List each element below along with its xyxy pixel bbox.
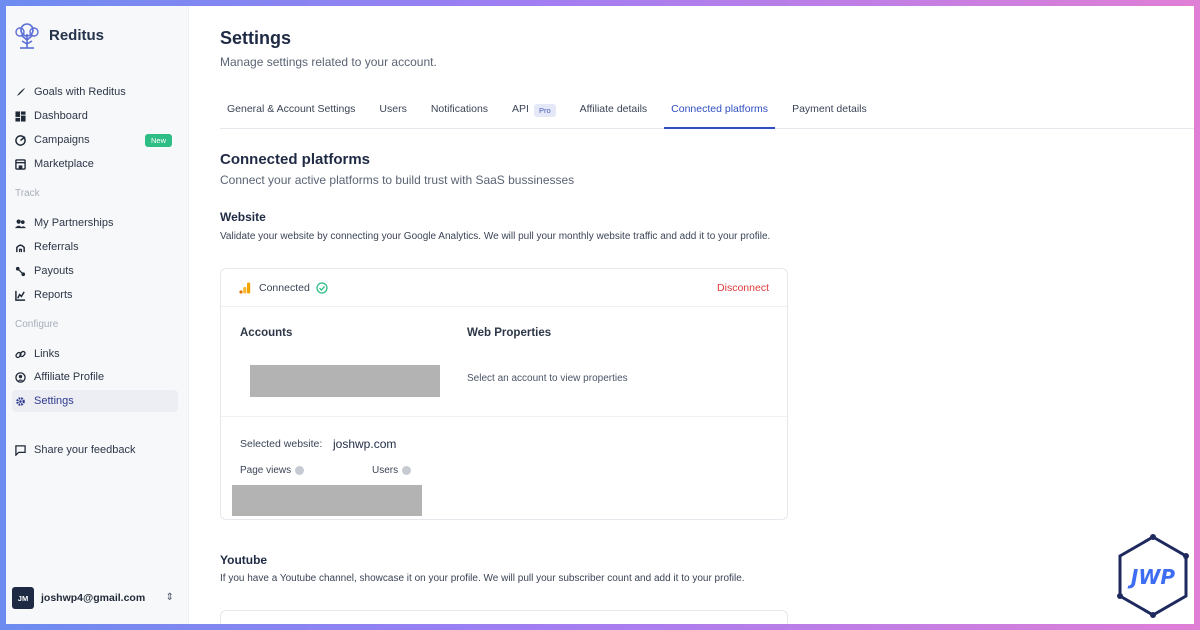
app-window: Reditus Goals with Reditus Dashboard Cam… <box>6 6 1194 624</box>
tab-users[interactable]: Users <box>372 96 413 129</box>
tab-api[interactable]: API Pro <box>505 96 563 129</box>
new-badge: New <box>144 133 172 147</box>
dashboard-icon <box>15 110 26 122</box>
sidebar-item-affiliate-profile[interactable]: Affiliate Profile <box>12 366 178 388</box>
tab-label: Affiliate details <box>579 103 648 115</box>
avatar: JM <box>12 587 34 609</box>
sidebar-item-links[interactable]: Links <box>12 343 178 365</box>
sidebar-item-campaigns[interactable]: Campaigns New <box>12 129 178 151</box>
page-title: Settings <box>220 28 292 48</box>
accounts-list-redacted[interactable] <box>250 365 440 397</box>
sidebar-item-partnerships[interactable]: My Partnerships <box>12 212 178 234</box>
page-views-text: Page views <box>240 465 292 476</box>
sidebar-item-label: Settings <box>34 395 74 407</box>
profile-icon <box>15 371 26 383</box>
sidebar-item-payouts[interactable]: Payouts <box>12 260 178 282</box>
youtube-card <box>220 610 788 624</box>
tab-notifications[interactable]: Notifications <box>424 96 495 129</box>
sidebar-item-label: Marketplace <box>34 158 94 170</box>
page-views-label: Page views <box>240 465 305 476</box>
settings-tabs: General & Account Settings Users Notific… <box>220 96 1194 129</box>
chevron-up-down-icon: ⇕ <box>165 592 174 603</box>
link-icon <box>15 349 26 360</box>
website-card: Connected Disconnect Accounts Web Proper… <box>220 268 788 520</box>
pro-badge: Pro <box>533 104 556 117</box>
page-subtitle: Manage settings related to your account. <box>220 55 437 69</box>
users-icon <box>15 218 26 229</box>
tab-affiliate-details[interactable]: Affiliate details <box>573 96 655 129</box>
sidebar-item-label: Share your feedback <box>34 444 136 456</box>
tab-label: Users <box>379 103 407 115</box>
section-title: Connected platforms <box>220 151 371 168</box>
store-icon <box>15 158 26 170</box>
sidebar-item-dashboard[interactable]: Dashboard <box>12 105 178 127</box>
sidebar: Reditus Goals with Reditus Dashboard Cam… <box>6 6 189 624</box>
section-subtitle: Connect your active platforms to build t… <box>220 173 575 187</box>
chat-icon <box>15 444 26 456</box>
users-metric-label: Users <box>372 465 412 476</box>
tab-label: Connected platforms <box>671 103 769 115</box>
sidebar-item-label: My Partnerships <box>34 217 114 229</box>
info-icon[interactable] <box>402 466 412 475</box>
gear-icon <box>15 396 26 407</box>
sidebar-item-label: Links <box>34 348 60 360</box>
user-menu[interactable]: JM joshwp4@gmail.com ⇕ <box>12 586 178 610</box>
section-label-track: Track <box>15 188 40 199</box>
section-label-configure: Configure <box>15 319 59 330</box>
info-icon[interactable] <box>295 466 305 475</box>
watermark-text: JWP <box>1127 565 1176 589</box>
user-email: joshwp4@gmail.com <box>41 592 146 604</box>
sidebar-item-settings[interactable]: Settings <box>12 390 178 412</box>
tab-general-account-settings[interactable]: General & Account Settings <box>220 96 362 129</box>
selected-website-value: joshwp.com <box>333 437 397 451</box>
reditus-logo-icon <box>15 23 39 49</box>
card-divider <box>221 416 787 417</box>
website-heading: Website <box>220 210 266 224</box>
rocket-icon <box>15 87 26 98</box>
youtube-description: If you have a Youtube channel, showcase … <box>220 573 745 584</box>
sidebar-item-label: Affiliate Profile <box>34 371 105 383</box>
main-content: Settings Manage settings related to your… <box>189 6 1194 624</box>
tab-label: Notifications <box>430 103 489 115</box>
brand-name: Reditus <box>49 26 105 44</box>
selected-website-label: Selected website: <box>240 438 323 450</box>
metrics-values-redacted <box>232 485 422 516</box>
youtube-heading: Youtube <box>220 553 268 567</box>
tab-connected-platforms[interactable]: Connected platforms <box>664 96 776 129</box>
sidebar-item-referrals[interactable]: Referrals <box>12 236 178 258</box>
sidebar-item-goals[interactable]: Goals with Reditus <box>12 81 178 103</box>
google-analytics-icon <box>239 282 251 294</box>
tab-label: General & Account Settings <box>227 103 356 115</box>
sidebar-item-reports[interactable]: Reports <box>12 284 178 306</box>
referrals-icon <box>15 242 26 253</box>
disconnect-button[interactable]: Disconnect <box>717 282 769 294</box>
connection-status: Connected <box>259 281 310 294</box>
sidebar-item-label: Campaigns <box>34 134 90 146</box>
sidebar-item-feedback[interactable]: Share your feedback <box>12 439 178 461</box>
web-properties-label: Web Properties <box>467 327 552 339</box>
reports-icon <box>15 290 26 301</box>
accounts-label: Accounts <box>240 327 293 339</box>
tab-payment-details[interactable]: Payment details <box>785 96 874 129</box>
tab-label: API <box>512 103 529 115</box>
payouts-icon <box>15 266 26 277</box>
campaigns-icon <box>15 134 26 146</box>
sidebar-item-label: Goals with Reditus <box>34 86 126 98</box>
properties-hint: Select an account to view properties <box>467 373 628 384</box>
sidebar-item-label: Payouts <box>34 265 74 277</box>
sidebar-item-label: Referrals <box>34 241 79 253</box>
sidebar-item-marketplace[interactable]: Marketplace <box>12 153 178 175</box>
check-circle-icon <box>316 281 328 294</box>
website-card-header: Connected Disconnect <box>221 269 787 307</box>
sidebar-item-label: Dashboard <box>34 110 88 122</box>
brand[interactable]: Reditus <box>12 20 104 50</box>
jwp-watermark-logo: JWP <box>1117 534 1189 618</box>
users-text: Users <box>372 465 399 476</box>
tab-label: Payment details <box>792 103 867 115</box>
sidebar-item-label: Reports <box>34 289 73 301</box>
website-description: Validate your website by connecting your… <box>220 231 771 242</box>
